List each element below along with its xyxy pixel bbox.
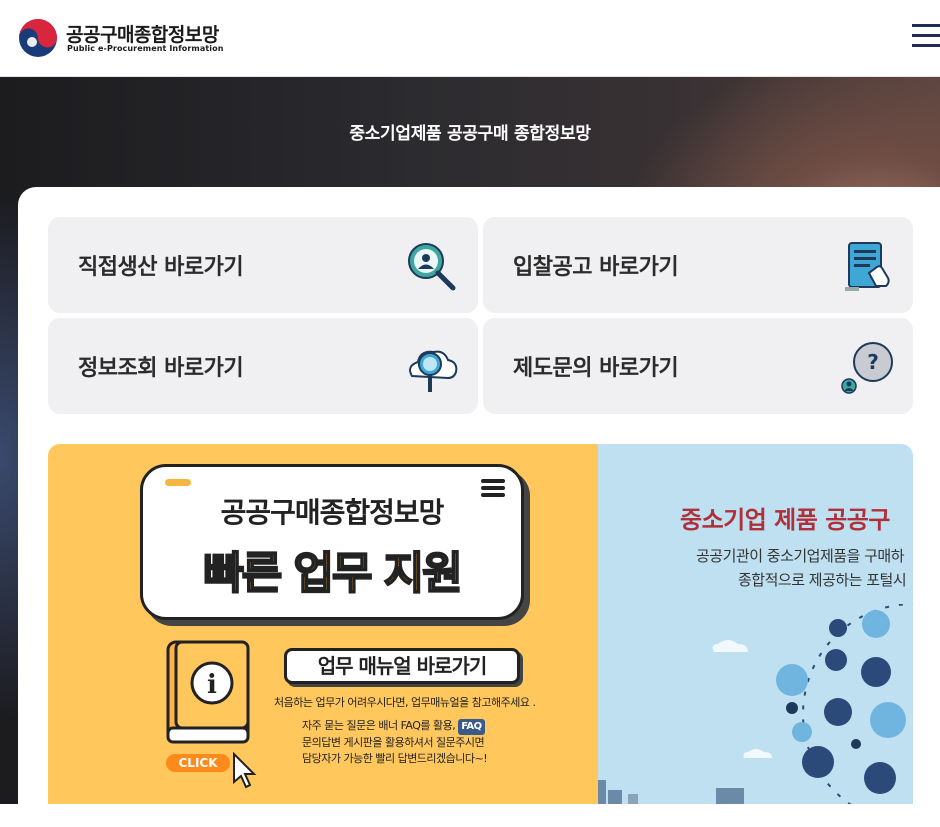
site-header: 공공구매종합정보망 Public e-Procurement Informati… (0, 0, 940, 77)
faq-text-1: 자주 묻는 질문은 배너 FAQ를 활용, (302, 719, 456, 732)
quick-link-label: 직접생산 바로가기 (78, 255, 244, 280)
banner-guide-text: 처음하는 업무가 어려우시다면, 업무매뉴얼을 참고해주세요 . (274, 696, 536, 709)
person-search-icon (408, 243, 456, 291)
hero-title: 중소기업제품 공공구매 종합정보망 (349, 124, 591, 144)
sme-desc-line-1: 공공기관이 중소기업제품을 구매하 (696, 547, 905, 565)
click-badge[interactable]: CLICK (166, 754, 230, 772)
quick-link-info-lookup[interactable]: 정보조회 바로가기 (48, 318, 478, 414)
taegeuk-logo-icon[interactable] (18, 18, 58, 58)
info-book-icon: i (166, 640, 250, 744)
tablet-document-icon (845, 242, 890, 291)
card-pill-decoration (165, 479, 191, 486)
quick-work-support-banner[interactable]: 공공구매종합정보망 빠른 업무 지원 i 업무 매뉴얼 바로가기 처음하는 업무… (48, 444, 598, 804)
banner-subtitle: 빠른 업무 지원 (202, 547, 464, 600)
faq-text-3: 담당자가 가능한 빨리 답변드리겠습니다~! (302, 752, 488, 765)
cloud-search-icon (409, 350, 458, 392)
sme-banner-description: 공공기관이 중소기업제품을 구매하 종합적으로 제공하는 포털시 (696, 544, 913, 592)
cursor-arrow-icon (233, 751, 257, 789)
brand-name-english: Public e-Procurement Information (67, 44, 224, 53)
svg-text:?: ? (867, 350, 879, 374)
quick-link-label: 제도문의 바로가기 (513, 356, 679, 381)
sme-products-banner[interactable]: 중소기업 제품 공공구 공공기관이 중소기업제품을 구매하 종합적으로 제공하는… (598, 444, 913, 804)
sme-desc-line-2: 종합적으로 제공하는 포털시 (738, 571, 907, 589)
svg-text:i: i (207, 670, 217, 700)
quick-link-policy-inquiry[interactable]: 제도문의 바로가기 ? (483, 318, 913, 414)
quick-link-bid-notice[interactable]: 입찰공고 바로가기 (483, 217, 913, 313)
hamburger-menu-icon[interactable] (912, 22, 940, 50)
banner-card: 공공구매종합정보망 빠른 업무 지원 (140, 464, 524, 620)
quick-link-direct-production[interactable]: 직접생산 바로가기 (48, 217, 478, 313)
banner-title: 공공구매종합정보망 (220, 496, 445, 529)
faq-text-2: 문의답변 게시판을 활용하셔서 질문주시면 (302, 736, 485, 749)
manual-shortcut-button[interactable]: 업무 매뉴얼 바로가기 (284, 648, 520, 684)
faq-badge: FAQ (458, 719, 485, 735)
banner-faq-text: 자주 묻는 질문은 배너 FAQ를 활용, FAQ 문의답변 게시판을 활용하셔… (302, 718, 488, 767)
quick-link-label: 정보조회 바로가기 (78, 356, 244, 381)
question-bubble-icon: ? (841, 342, 893, 394)
quick-link-label: 입찰공고 바로가기 (513, 255, 679, 280)
brand-name[interactable]: 공공구매종합정보망 (66, 20, 219, 47)
sme-banner-title: 중소기업 제품 공공구 (680, 506, 890, 534)
network-illustration (598, 604, 913, 804)
